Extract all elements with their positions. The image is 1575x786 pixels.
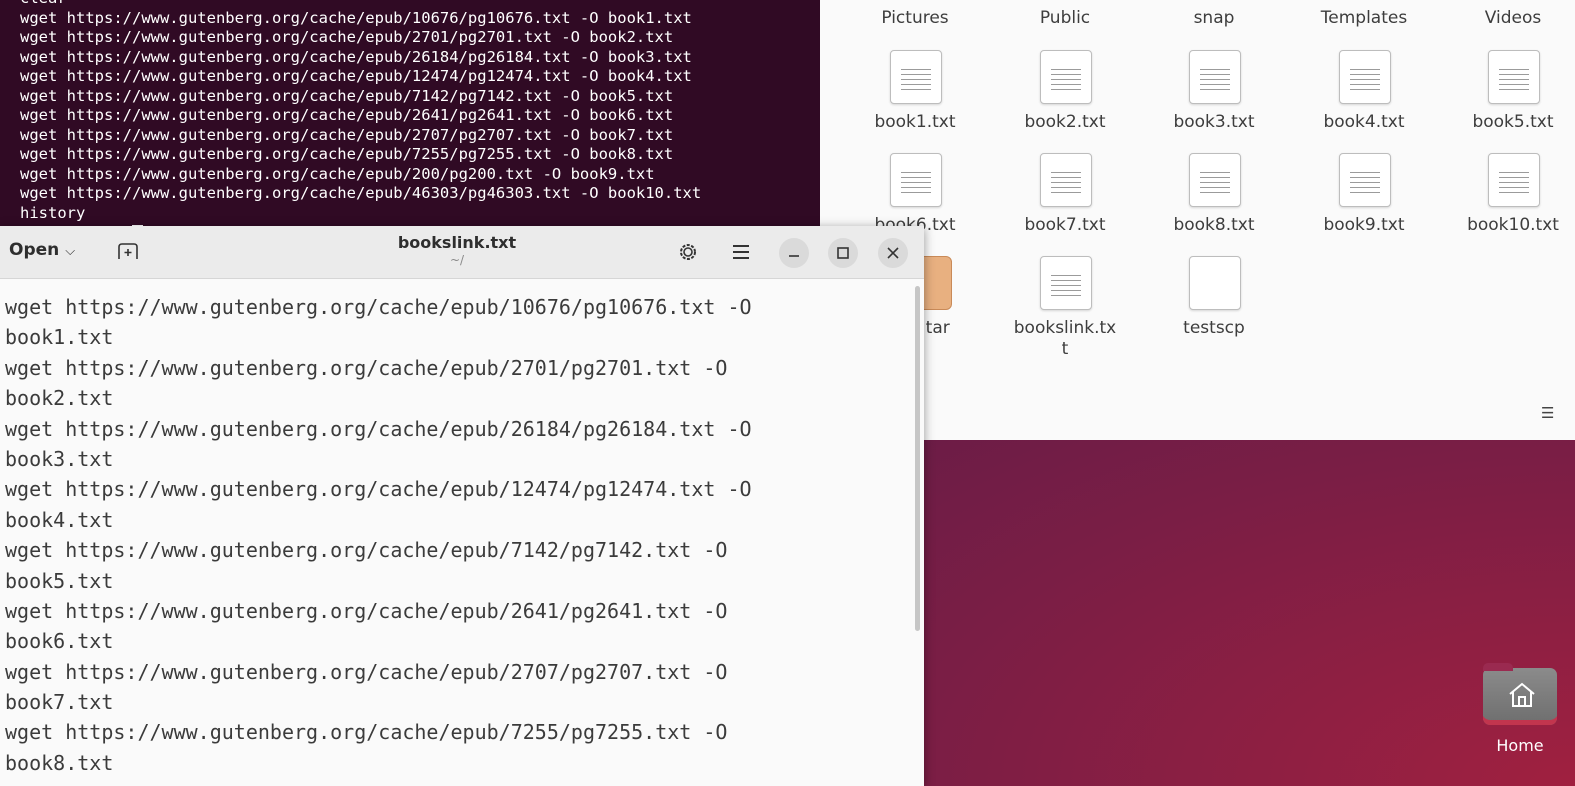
file-book10[interactable]: book10.txt	[1443, 153, 1575, 253]
file-name: testscp	[1183, 318, 1245, 338]
file-book7[interactable]: book7.txt	[995, 153, 1135, 253]
file-book3[interactable]: book3.txt	[1144, 50, 1284, 150]
close-button[interactable]	[878, 238, 908, 268]
archive-icon	[920, 256, 952, 310]
text-file-icon	[1040, 256, 1092, 310]
file-name: book4.txt	[1323, 112, 1405, 132]
text-file-icon	[1488, 50, 1540, 104]
text-file-icon	[1189, 153, 1241, 207]
terminal-output: clear wget https://www.gutenberg.org/cac…	[20, 0, 701, 240]
text-file-icon	[1339, 50, 1391, 104]
file-bookslink[interactable]: bookslink.tx t	[995, 256, 1135, 366]
terminal-line: wget https://www.gutenberg.org/cache/epu…	[20, 47, 692, 66]
folder-videos[interactable]: Videos	[1453, 8, 1573, 28]
editor-line: wget https://www.gutenberg.org/cache/epu…	[5, 538, 728, 563]
editor-line: book8.txt	[5, 750, 114, 775]
editor-line: book1.txt	[5, 325, 114, 350]
editor-line: wget https://www.gutenberg.org/cache/epu…	[5, 416, 752, 441]
editor-line: wget https://www.gutenberg.org/cache/epu…	[5, 477, 752, 502]
file-testscp[interactable]: testscp	[1144, 256, 1284, 356]
text-file-icon	[1189, 50, 1241, 104]
terminal-line: wget https://www.gutenberg.org/cache/epu…	[20, 145, 674, 163]
file-name: book10.txt	[1467, 215, 1559, 235]
folder-icon	[1483, 663, 1557, 725]
file-name: book2.txt	[1024, 112, 1106, 132]
file-name: book5.txt	[1472, 112, 1554, 132]
editor-headerbar[interactable]: Open ⌵ bookslink.txt ~/	[0, 226, 924, 279]
home-folder-desktop-icon[interactable]: Home	[1480, 663, 1560, 758]
file-book1[interactable]: book1.txt	[845, 50, 985, 150]
file-book5[interactable]: book5.txt	[1443, 50, 1575, 150]
list-view-icon[interactable]: ☰	[1541, 404, 1554, 422]
file-book4[interactable]: book4.txt	[1294, 50, 1434, 150]
text-file-icon	[890, 50, 942, 104]
folder-templates[interactable]: Templates	[1304, 8, 1424, 28]
close-icon	[887, 247, 899, 259]
settings-gear-icon[interactable]	[677, 241, 699, 263]
document-title: bookslink.txt	[397, 233, 517, 252]
editor-line: wget https://www.gutenberg.org/cache/epu…	[5, 720, 728, 745]
maximize-icon	[837, 247, 849, 259]
file-name: bookslink.tx t	[1013, 318, 1117, 359]
maximize-button[interactable]	[828, 238, 858, 268]
folder-public[interactable]: Public	[1005, 8, 1125, 28]
file-manager-window[interactable]: Pictures Public snap Templates Videos bo…	[820, 0, 1575, 440]
editor-line: book7.txt	[5, 690, 114, 715]
editor-line: wget https://www.gutenberg.org/cache/epu…	[5, 355, 728, 380]
text-editor-window[interactable]: Open ⌵ bookslink.txt ~/ wget https://www.…	[0, 226, 924, 786]
house-icon	[1509, 682, 1535, 707]
minimize-icon	[789, 255, 799, 257]
file-book8[interactable]: book8.txt	[1144, 153, 1284, 253]
terminal-line: wget https://www.gutenberg.org/cache/epu…	[20, 106, 674, 124]
hamburger-menu-icon[interactable]	[731, 241, 751, 263]
editor-text-area[interactable]: wget https://www.gutenberg.org/cache/epu…	[5, 292, 905, 778]
blank-file-icon	[1189, 256, 1241, 310]
vertical-scrollbar[interactable]	[915, 286, 920, 631]
minimize-button[interactable]	[779, 238, 809, 268]
text-file-icon	[890, 153, 942, 207]
terminal-line: wget https://www.gutenberg.org/cache/epu…	[20, 28, 674, 46]
folder-snap[interactable]: snap	[1154, 8, 1274, 28]
terminal-line: clear	[20, 0, 701, 9]
document-path: ~/	[449, 253, 465, 267]
editor-line: wget https://www.gutenberg.org/cache/epu…	[5, 659, 728, 684]
editor-line: book5.txt	[5, 568, 114, 593]
file-book9[interactable]: book9.txt	[1294, 153, 1434, 253]
editor-line: book4.txt	[5, 507, 114, 532]
file-name: book7.txt	[1024, 215, 1106, 235]
file-name: book8.txt	[1173, 215, 1255, 235]
home-label: Home	[1496, 736, 1544, 755]
terminal-line: wget https://www.gutenberg.org/cache/epu…	[20, 8, 692, 27]
terminal-line: wget https://www.gutenberg.org/cache/epu…	[20, 125, 674, 144]
text-file-icon	[1488, 153, 1540, 207]
terminal-line: wget https://www.gutenberg.org/cache/epu…	[20, 86, 674, 105]
folder-pictures[interactable]: Pictures	[855, 8, 975, 28]
terminal-line: wget https://www.gutenberg.org/cache/epu…	[20, 164, 655, 183]
editor-line: book6.txt	[5, 629, 114, 654]
terminal-line: history	[20, 203, 86, 222]
editor-line: book3.txt	[5, 446, 114, 471]
text-file-icon	[1339, 153, 1391, 207]
text-file-icon	[1040, 50, 1092, 104]
text-file-icon	[1040, 153, 1092, 207]
file-name: book9.txt	[1323, 215, 1405, 235]
file-name: book3.txt	[1173, 112, 1255, 132]
terminal-window[interactable]: clear wget https://www.gutenberg.org/cac…	[0, 0, 820, 240]
terminal-line: wget https://www.gutenberg.org/cache/epu…	[20, 184, 702, 202]
terminal-line: wget https://www.gutenberg.org/cache/epu…	[20, 67, 692, 85]
editor-line: book2.txt	[5, 386, 114, 411]
file-book2[interactable]: book2.txt	[995, 50, 1135, 150]
file-name: book1.txt	[874, 112, 956, 132]
editor-line: wget https://www.gutenberg.org/cache/epu…	[5, 295, 752, 319]
editor-line: wget https://www.gutenberg.org/cache/epu…	[5, 598, 728, 623]
